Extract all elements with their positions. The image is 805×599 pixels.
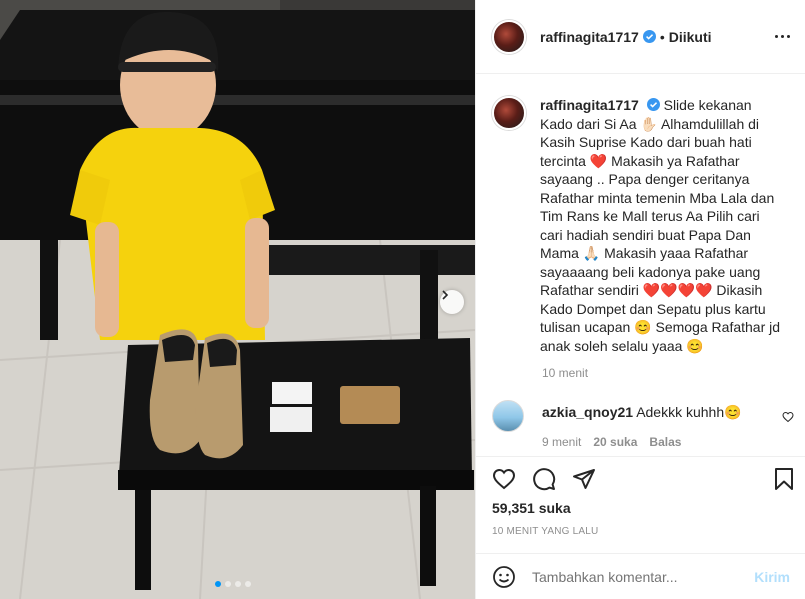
comment-heart-icon[interactable] [782, 411, 794, 423]
add-comment-bar: Kirim [476, 553, 805, 599]
author-username[interactable]: raffinagita1717 [540, 29, 639, 45]
like-count[interactable]: 59,351 suka [492, 500, 571, 516]
post-header: raffinagita1717 • Diikuti [476, 0, 805, 74]
chevron-right-icon [442, 290, 449, 300]
reply-button[interactable]: Balas [649, 435, 681, 449]
caption-username[interactable]: raffinagita1717 [540, 97, 639, 113]
separator-dot: • [659, 28, 665, 45]
heart-icon[interactable] [492, 467, 516, 491]
caption-part: 😊 [634, 319, 652, 335]
next-slide-button[interactable] [440, 290, 464, 314]
comment-timestamp[interactable]: 9 menit [542, 435, 581, 449]
emoji-icon[interactable] [492, 565, 516, 589]
caption-part: ❤️❤️❤️❤️ [642, 282, 713, 298]
comment-likes[interactable]: 20 suka [593, 435, 637, 449]
comment-emoji: 😊 [724, 404, 742, 420]
save-button[interactable] [772, 467, 796, 491]
post-actions: 59,351 suka 10 MENIT YANG LALU [476, 456, 805, 560]
caption-part: ✋🏻 [640, 115, 658, 132]
save-icon[interactable] [772, 467, 796, 491]
comment-icon[interactable] [532, 467, 556, 491]
caption-timestamp[interactable]: 10 menit [542, 366, 588, 380]
author-avatar[interactable] [492, 19, 526, 54]
commenter-avatar[interactable] [492, 400, 524, 432]
caption-text: raffinagita1717 Slide kekanan Kado dari … [540, 96, 784, 355]
follow-status-button[interactable]: Diikuti [669, 29, 712, 45]
caption-part: 😊 [686, 337, 704, 354]
caption-part: 🙏🏻 [582, 245, 601, 261]
more-options-icon[interactable] [773, 28, 793, 46]
comment-text: azkia_qnoy21 Adekkk kuhhh😊 [542, 404, 742, 421]
carousel-dot [225, 581, 231, 587]
caption-part: ❤️ [589, 152, 608, 169]
comment-meta: 9 menit 20 suka Balas [542, 435, 681, 449]
carousel-dot [235, 581, 241, 587]
carousel-dot [245, 581, 251, 587]
share-icon[interactable] [572, 467, 596, 491]
verified-icon [646, 98, 660, 111]
photo-illustration [0, 0, 475, 599]
caption-avatar[interactable] [492, 96, 526, 130]
post-sidebar: raffinagita1717 • Diikuti raffinagita171… [475, 0, 805, 599]
comment-body: Adekkk kuhhh [636, 404, 725, 420]
post-timestamp[interactable]: 10 MENIT YANG LALU [492, 526, 598, 537]
carousel-indicator [215, 581, 251, 587]
post-caption: raffinagita1717 Slide kekanan Kado dari … [492, 96, 792, 355]
comment-input[interactable] [532, 568, 755, 585]
post-photo[interactable] [0, 0, 475, 599]
carousel-dot [215, 581, 221, 587]
post-comment-button[interactable]: Kirim [754, 569, 790, 585]
verified-icon [642, 30, 656, 43]
action-icons [492, 467, 596, 491]
commenter-username[interactable]: azkia_qnoy21 [542, 404, 633, 420]
